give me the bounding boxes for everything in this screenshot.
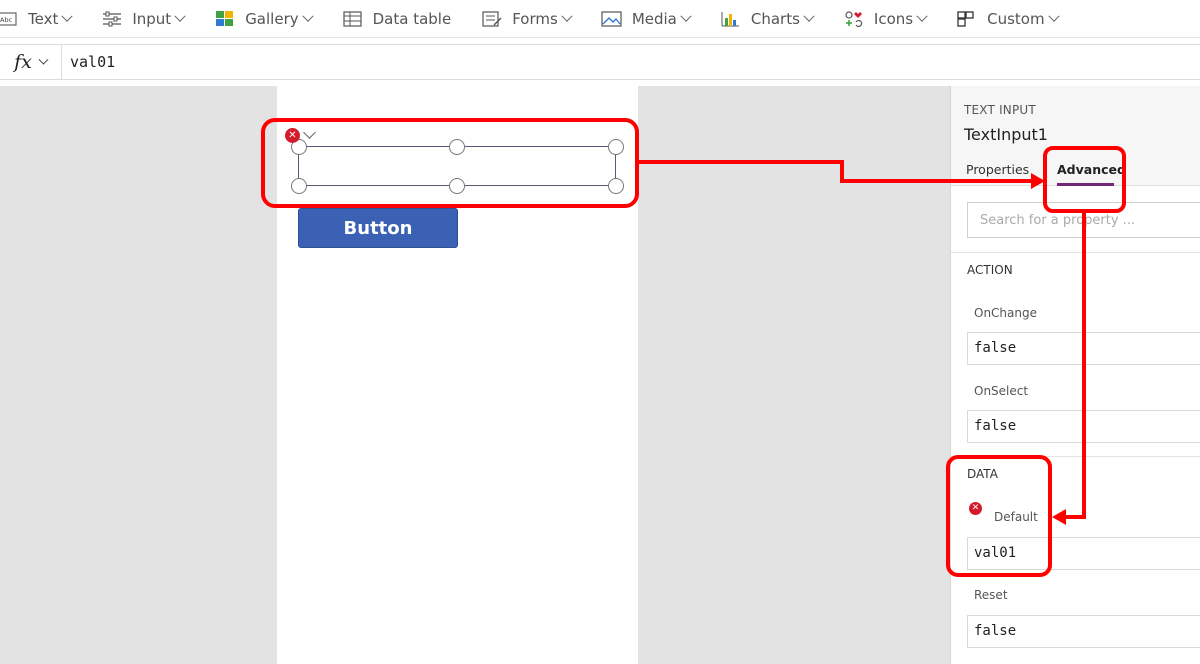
section-title-action: ACTION — [967, 263, 1013, 277]
property-search-input[interactable] — [968, 203, 1200, 237]
chevron-down-icon — [301, 10, 314, 22]
table-icon — [343, 10, 362, 27]
svg-text:Abc: Abc — [0, 16, 13, 24]
ribbon-forms-button[interactable]: Forms — [481, 4, 573, 34]
resize-handle-top-right[interactable] — [608, 139, 624, 155]
prop-value-default[interactable]: val01 — [967, 537, 1200, 570]
insert-ribbon: Abc Text Input Gallery Data table Forms … — [0, 0, 1200, 38]
ribbon-icons-button[interactable]: Icons — [843, 4, 928, 34]
sliders-icon — [103, 11, 122, 26]
resize-handle-bottom[interactable] — [449, 178, 465, 194]
gallery-grid-icon — [216, 10, 234, 26]
property-selector[interactable]: fx — [0, 45, 62, 79]
ribbon-charts-button[interactable]: Charts — [720, 4, 815, 34]
ribbon-gallery-button[interactable]: Gallery — [214, 4, 314, 34]
ribbon-charts-label: Charts — [750, 9, 800, 28]
pane-header: TEXT INPUT TextInput1 Properties Advance… — [951, 86, 1200, 186]
prop-value-onselect[interactable]: false — [967, 410, 1200, 443]
ribbon-data-table-label: Data table — [372, 9, 452, 28]
error-icon[interactable]: ✕ — [285, 128, 300, 143]
chevron-down-icon — [61, 10, 74, 22]
prop-value-reset[interactable]: false — [967, 615, 1200, 648]
tab-properties[interactable]: Properties — [966, 162, 1029, 177]
tab-advanced[interactable]: Advanced — [1057, 162, 1126, 177]
prop-label-default: Default — [994, 510, 1038, 524]
prop-label-onselect: OnSelect — [974, 384, 1029, 398]
ribbon-media-label: Media — [631, 9, 677, 28]
control-type: TEXT INPUT — [964, 103, 1036, 117]
control-name[interactable]: TextInput1 — [964, 125, 1048, 144]
ribbon-input-label: Input — [132, 9, 172, 28]
icons-icon — [845, 10, 863, 27]
chevron-down-icon — [803, 10, 815, 22]
ribbon-gallery-label: Gallery — [245, 9, 299, 28]
chevron-down-icon — [680, 10, 692, 22]
chevron-down-icon — [916, 10, 928, 22]
formula-bar: fx val01 — [0, 44, 1200, 80]
ribbon-media-button[interactable]: Media — [601, 4, 692, 34]
resize-handle-bottom-left[interactable] — [291, 178, 307, 194]
ribbon-data-table-button[interactable]: Data table — [342, 4, 452, 34]
image-icon — [601, 10, 622, 27]
tab-selected-indicator — [1057, 183, 1114, 186]
prop-label-onchange: OnChange — [974, 306, 1037, 320]
resize-handle-bottom-right[interactable] — [608, 178, 624, 194]
chevron-down-icon — [1047, 10, 1060, 22]
chevron-down-icon — [561, 10, 573, 22]
form-icon — [482, 10, 502, 27]
ribbon-icons-label: Icons — [873, 9, 914, 28]
ribbon-text-label: Text — [28, 9, 59, 28]
properties-pane: TEXT INPUT TextInput1 Properties Advance… — [950, 86, 1200, 664]
section-title-data: DATA — [967, 467, 998, 481]
prop-value-onchange[interactable]: false — [967, 332, 1200, 365]
section-divider — [951, 456, 1200, 457]
ribbon-text-button[interactable]: Abc Text — [0, 4, 74, 34]
section-divider — [951, 252, 1200, 253]
ribbon-custom-label: Custom — [987, 9, 1045, 28]
property-search — [967, 202, 1200, 238]
text-label-icon: Abc — [0, 11, 17, 26]
formula-input[interactable]: val01 — [70, 53, 115, 71]
component-icon — [957, 10, 974, 27]
ribbon-custom-button[interactable]: Custom — [956, 4, 1060, 34]
error-icon[interactable]: ✕ — [969, 502, 982, 515]
fx-icon: fx — [14, 51, 32, 73]
chevron-down-icon — [38, 54, 49, 65]
prop-label-reset: Reset — [974, 588, 1008, 602]
ribbon-input-button[interactable]: Input — [101, 4, 186, 34]
ribbon-forms-label: Forms — [512, 9, 558, 28]
chevron-down-icon — [174, 10, 186, 22]
resize-handle-top[interactable] — [449, 139, 465, 155]
bar-chart-icon — [721, 11, 739, 26]
button-control[interactable]: Button — [298, 208, 458, 248]
